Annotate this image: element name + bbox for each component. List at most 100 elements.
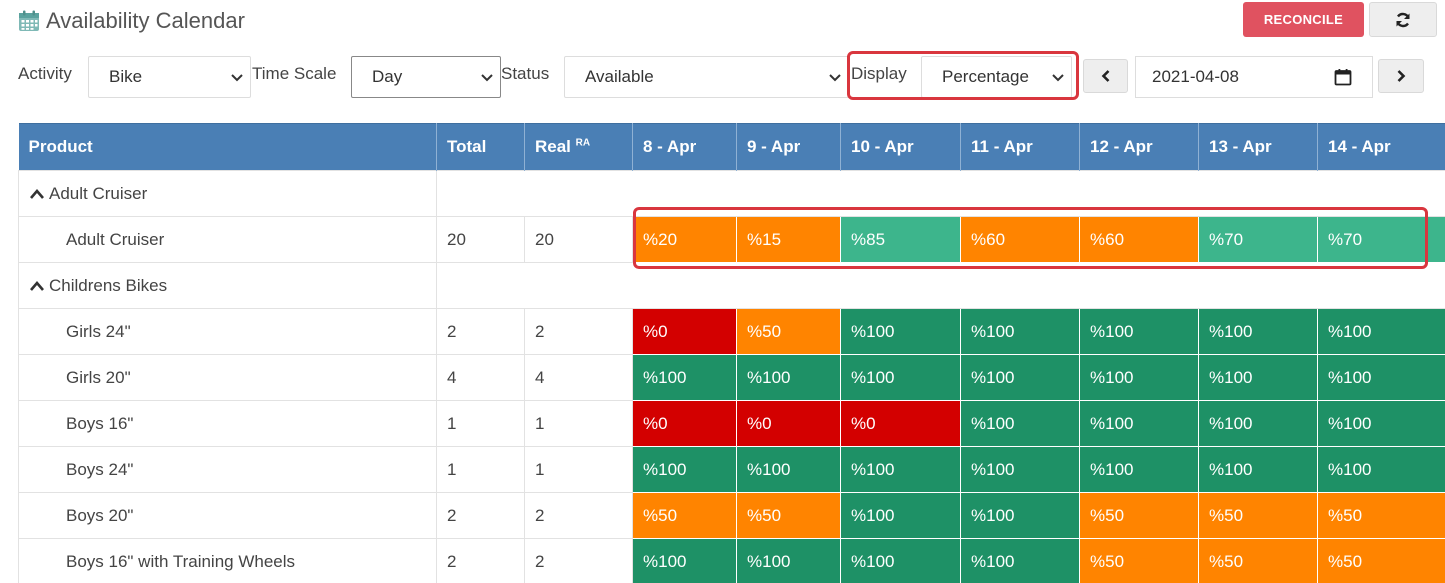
table-row: Boys 20" 2 2 %50 %50 %100 %100 %50 %50 %50	[18, 492, 1445, 539]
page-title-bar: Availability Calendar	[18, 6, 245, 36]
availability-cell[interactable]: %100	[632, 538, 737, 583]
chevron-down-icon	[1052, 74, 1064, 82]
availability-cell[interactable]: %100	[1079, 354, 1199, 401]
status-select[interactable]: Available	[564, 56, 849, 98]
timescale-label: Time Scale	[252, 64, 337, 83]
col-real-label: Real	[535, 137, 571, 156]
prev-date-button[interactable]	[1083, 59, 1128, 93]
chevron-down-icon	[481, 74, 493, 82]
availability-cell[interactable]: %100	[960, 492, 1080, 539]
availability-cell[interactable]: %50	[1317, 492, 1445, 539]
total-cell: 2	[436, 538, 525, 583]
group-toggle[interactable]: Childrens Bikes	[18, 262, 437, 309]
chevron-up-icon[interactable]	[29, 280, 45, 292]
total-cell: 1	[436, 446, 525, 493]
availability-cell[interactable]: %60	[960, 216, 1080, 263]
availability-cell[interactable]: %100	[736, 354, 841, 401]
group-row-filler	[436, 262, 1445, 309]
availability-cell[interactable]: %50	[1079, 538, 1199, 583]
real-cell: 1	[524, 446, 633, 493]
availability-cell[interactable]: %0	[736, 400, 841, 447]
availability-cell[interactable]: %100	[1198, 446, 1318, 493]
table-row: Girls 24" 2 2 %0 %50 %100 %100 %100 %100 %100	[18, 308, 1445, 355]
table-row: Girls 20" 4 4 %100 %100 %100 %100 %100 %100 %100	[18, 354, 1445, 401]
availability-cell[interactable]: %100	[1079, 446, 1199, 493]
availability-cell[interactable]: %100	[840, 308, 961, 355]
real-cell: 1	[524, 400, 633, 447]
table-row: Boys 16" with Training Wheels 2 2 %100 %100%…	[18, 538, 1445, 583]
group-row: Adult Cruiser	[18, 170, 1445, 217]
activity-select[interactable]: Bike	[88, 56, 251, 98]
availability-cell[interactable]: %100	[1317, 400, 1445, 447]
availability-cell[interactable]: %100	[840, 354, 961, 401]
group-toggle[interactable]: Adult Cruiser	[18, 170, 437, 217]
availability-cell[interactable]: %50	[736, 492, 841, 539]
group-row-filler	[436, 170, 1445, 217]
availability-cell[interactable]: %100	[1198, 354, 1318, 401]
calendar-small-icon[interactable]	[1334, 68, 1352, 86]
availability-cell[interactable]: %60	[1079, 216, 1199, 263]
availability-cell[interactable]: %100	[632, 354, 737, 401]
availability-cell[interactable]: %50	[1198, 538, 1318, 583]
availability-cell[interactable]: %100	[632, 446, 737, 493]
availability-cell[interactable]: %0	[632, 400, 737, 447]
availability-cell[interactable]: %100	[1198, 308, 1318, 355]
chevron-up-icon[interactable]	[29, 188, 45, 200]
activity-label: Activity	[18, 64, 72, 83]
availability-cell[interactable]: %100	[960, 308, 1080, 355]
real-cell: 20	[524, 216, 633, 263]
status-select-value: Available	[585, 67, 654, 86]
table-body: Adult Cruiser Adult Cruiser 20 20 %20 %15 %85%…	[18, 170, 1445, 583]
col-total[interactable]: Total	[436, 123, 525, 171]
col-product[interactable]: Product	[18, 123, 437, 171]
availability-cell[interactable]: %100	[736, 538, 841, 583]
availability-cell[interactable]: %20	[632, 216, 737, 263]
chevron-down-icon	[231, 74, 243, 82]
calendar-icon	[19, 10, 39, 31]
real-cell: 4	[524, 354, 633, 401]
product-name: Boys 16" with Training Wheels	[18, 538, 437, 583]
availability-cell[interactable]: %100	[840, 446, 961, 493]
availability-cell[interactable]: %50	[1079, 492, 1199, 539]
display-label: Display	[851, 64, 907, 83]
display-select[interactable]: Percentage	[921, 56, 1072, 98]
availability-cell[interactable]: %100	[1317, 446, 1445, 493]
real-cell: 2	[524, 538, 633, 583]
availability-cell[interactable]: %100	[840, 492, 961, 539]
availability-cell[interactable]: %50	[1198, 492, 1318, 539]
availability-cell[interactable]: %100	[1079, 308, 1199, 355]
timescale-select[interactable]: Day	[351, 56, 501, 98]
availability-cell[interactable]: %70	[1198, 216, 1318, 263]
refresh-icon	[1396, 12, 1410, 27]
availability-cell[interactable]: %100	[960, 354, 1080, 401]
real-cell: 2	[524, 308, 633, 355]
date-input[interactable]: 2021-04-08	[1135, 56, 1373, 98]
real-cell: 2	[524, 492, 633, 539]
availability-cell[interactable]: %100	[960, 446, 1080, 493]
availability-cell[interactable]: %50	[736, 308, 841, 355]
availability-cell[interactable]: %100	[960, 400, 1080, 447]
availability-cell[interactable]: %100	[736, 446, 841, 493]
table-header-row: Product Total Real RA 8 - Apr 9 - Apr 10…	[18, 123, 1445, 171]
col-real[interactable]: Real RA	[524, 123, 633, 171]
col-day: 14 - Apr	[1317, 123, 1445, 171]
availability-cell[interactable]: %50	[632, 492, 737, 539]
availability-cell[interactable]: %100	[960, 538, 1080, 583]
availability-cell[interactable]: %0	[840, 400, 961, 447]
group-name: Adult Cruiser	[49, 183, 148, 203]
availability-cell[interactable]: %100	[1317, 308, 1445, 355]
reconcile-button[interactable]: RECONCILE	[1243, 2, 1364, 37]
availability-cell[interactable]: %85	[840, 216, 961, 263]
availability-cell[interactable]: %0	[632, 308, 737, 355]
availability-cell[interactable]: %15	[736, 216, 841, 263]
availability-cell[interactable]: %70	[1317, 216, 1445, 263]
availability-cell[interactable]: %100	[840, 538, 961, 583]
availability-cell[interactable]: %100	[1198, 400, 1318, 447]
refresh-button[interactable]	[1369, 2, 1437, 37]
col-day: 11 - Apr	[960, 123, 1080, 171]
availability-cell[interactable]: %50	[1317, 538, 1445, 583]
availability-cell[interactable]: %100	[1079, 400, 1199, 447]
next-date-button[interactable]	[1378, 59, 1424, 93]
availability-cell[interactable]: %100	[1317, 354, 1445, 401]
chevron-right-icon	[1397, 70, 1406, 82]
